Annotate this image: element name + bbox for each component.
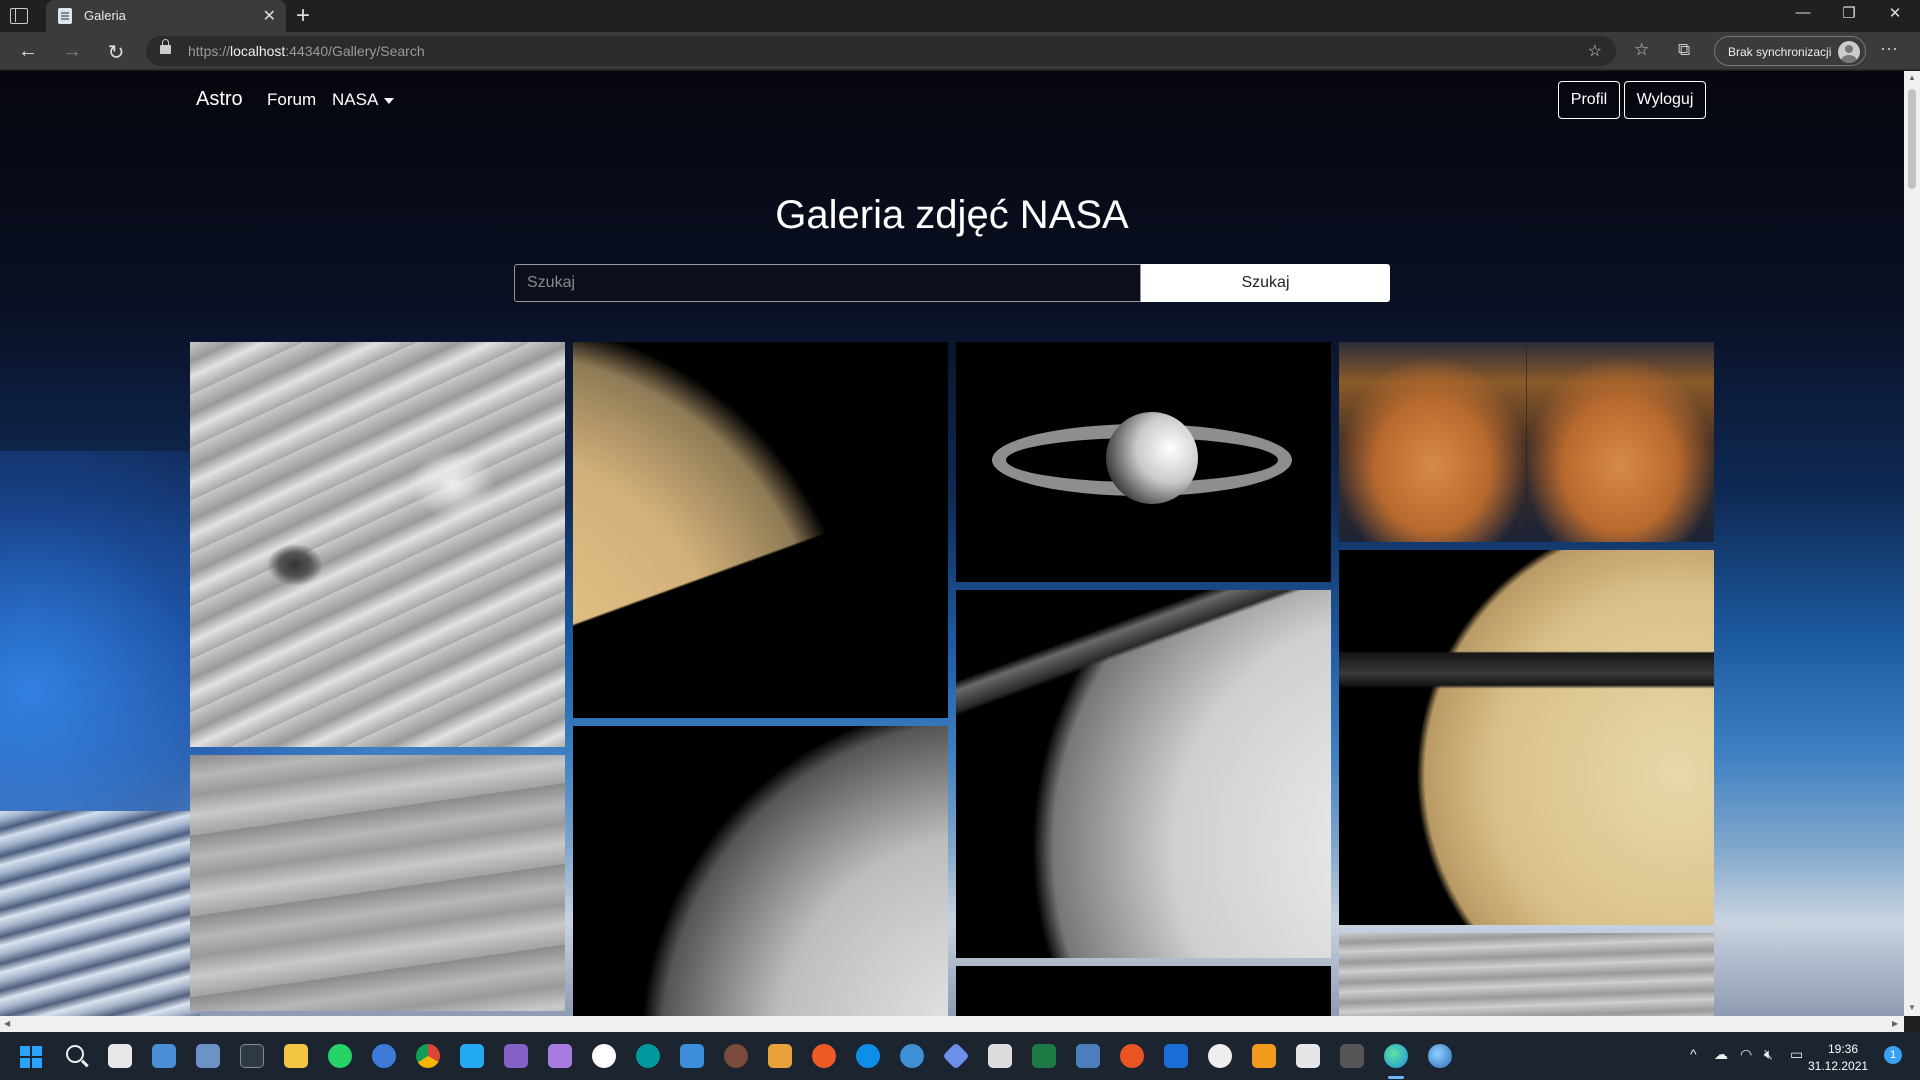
visual-studio-preview-icon[interactable] [548,1044,572,1068]
app-w-icon[interactable] [592,1044,616,1068]
refresh-button[interactable]: ↻ [102,40,130,65]
postman-icon[interactable] [812,1044,836,1068]
volume-muted-icon[interactable]: 🔇︎ [1764,1046,1773,1063]
saturn-globe-shape [1106,412,1198,504]
tab-actions-icon[interactable] [10,8,28,24]
unity-icon[interactable] [1296,1044,1320,1068]
tray-cloud-icon[interactable]: ☁ [1714,1046,1728,1063]
start-icon[interactable] [20,1046,42,1068]
app-person-icon[interactable] [724,1044,748,1068]
visual-studio-icon[interactable] [504,1044,528,1068]
browser-tab[interactable]: Galeria ✕ [46,0,286,32]
app-earth-icon[interactable] [1428,1044,1452,1068]
file-explorer-icon[interactable] [284,1044,308,1068]
scroll-down-icon[interactable]: ▼ [1908,1003,1916,1012]
chrome-icon[interactable] [416,1044,440,1068]
edge-icon[interactable] [1384,1044,1408,1068]
navbar-brand[interactable]: Astro [196,88,243,111]
back-button[interactable]: ← [14,40,42,63]
search-button[interactable]: Szukaj [1141,264,1390,302]
search-input[interactable]: Szukaj [514,264,1141,302]
page-title: Galeria zdjęć NASA [775,193,1129,237]
new-tab-button[interactable]: + [296,2,310,30]
more-menu-button[interactable]: ··· [1880,38,1898,59]
vertical-scrollbar[interactable]: ▲ ▼ [1904,71,1920,1016]
gallery-image-saturn-small[interactable] [956,342,1331,582]
profile-sync-label: Brak synchronizacji [1728,45,1832,59]
gallery-image-saturn-color[interactable] [1339,550,1714,925]
search-icon[interactable] [66,1045,84,1063]
scroll-up-icon[interactable]: ▲ [1908,73,1916,82]
page-favicon-icon [58,8,72,24]
window-close-button[interactable]: ✕ [1872,4,1918,22]
tray-overflow-icon[interactable]: ^ [1690,1046,1697,1062]
control-panel-icon[interactable] [152,1044,176,1068]
resource-monitor-icon[interactable] [196,1044,220,1068]
tab-title: Galeria [84,8,126,23]
obs-icon[interactable] [1208,1044,1232,1068]
avatar [1838,41,1860,63]
app-blue-icon[interactable] [1164,1044,1188,1068]
collections-icon[interactable]: ⧉ [1678,40,1690,60]
vscode-icon[interactable] [460,1044,484,1068]
terminal-icon[interactable] [240,1044,264,1068]
app-orange-icon[interactable] [1252,1044,1276,1068]
gallery-image-saturn-aurora[interactable] [1339,342,1714,542]
scrollbar-thumb[interactable] [1908,89,1916,189]
browser-toolbar: ← → ↻ https://localhost:44340/Gallery/Se… [0,32,1920,70]
active-app-indicator [1388,1076,1404,1079]
ubuntu-icon[interactable] [1120,1044,1144,1068]
nav-link-forum[interactable]: Forum [267,90,316,110]
profile-sync-button[interactable]: Brak synchronizacji [1714,36,1866,66]
arduino-icon[interactable] [636,1044,660,1068]
app-network-icon[interactable] [1076,1044,1100,1068]
search-placeholder: Szukaj [527,274,576,291]
page-viewport: Astro Forum NASA Profil Wyloguj Galeria … [0,71,1904,1016]
whatsapp-icon[interactable] [328,1044,352,1068]
xampp-icon[interactable] [768,1044,792,1068]
profile-button[interactable]: Profil [1558,81,1620,119]
snipping-tool-icon[interactable] [108,1044,132,1068]
url-text[interactable]: https://localhost:44340/Gallery/Search [188,43,425,59]
favorites-icon[interactable]: ☆ [1634,40,1649,60]
teamviewer-icon[interactable] [856,1044,880,1068]
excel-icon[interactable] [1032,1044,1056,1068]
address-bar[interactable]: https://localhost:44340/Gallery/Search ☆ [146,36,1616,66]
chevron-down-icon [384,97,395,104]
intellij-ide-icon[interactable] [680,1044,704,1068]
restore-button[interactable]: ❐ [1826,4,1872,22]
battery-icon[interactable]: ▭ [1790,1046,1803,1063]
app-x-icon[interactable] [1340,1044,1364,1068]
gallery-image-saturn-bw-rings[interactable] [573,726,948,1016]
gallery-image-venus-clouds[interactable] [1339,933,1714,1016]
favorites-add-icon[interactable]: ☆ [1588,41,1602,61]
minimize-button[interactable]: — [1780,4,1826,21]
app-m-icon[interactable] [988,1044,1012,1068]
gallery-image-jupiter-storm[interactable] [190,342,565,747]
app-globe-icon[interactable] [900,1044,924,1068]
clock-date[interactable]: 31.12.2021 [1808,1059,1868,1073]
horizontal-scrollbar[interactable]: ◀ ▶ [0,1016,1904,1032]
wifi-icon[interactable]: ◠ [1740,1046,1752,1063]
scroll-right-icon[interactable]: ▶ [1892,1019,1898,1028]
gallery-image-saturn-band[interactable] [190,755,565,1011]
edge-dev-icon[interactable] [372,1044,396,1068]
gallery-image-dark-space[interactable] [956,966,1331,1016]
clock-time[interactable]: 19:36 [1810,1042,1858,1056]
background-mountains [0,811,200,1016]
browser-titlebar: Galeria ✕ + — ❐ ✕ [0,0,1920,32]
scroll-left-icon[interactable]: ◀ [4,1019,10,1028]
lock-icon[interactable] [160,39,171,54]
gallery-image-saturn-closeup[interactable] [573,342,948,718]
forward-button[interactable]: → [58,40,86,63]
gallery-image-saturn-bw-large[interactable] [956,590,1331,958]
nav-dropdown-nasa[interactable]: NASA [332,90,395,110]
tab-close-icon[interactable]: ✕ [263,6,276,26]
notification-badge[interactable]: 1 [1884,1046,1902,1064]
logout-button[interactable]: Wyloguj [1624,81,1706,119]
